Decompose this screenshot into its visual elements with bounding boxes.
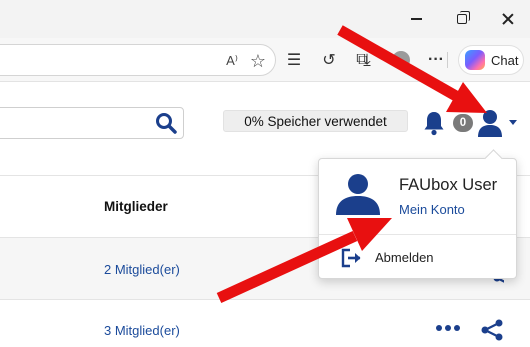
search-button[interactable] xyxy=(152,107,180,139)
profile-avatar-icon xyxy=(392,51,410,69)
bell-icon xyxy=(424,112,444,136)
logout-icon[interactable] xyxy=(341,248,363,268)
notification-count-badge: 0 xyxy=(453,114,473,132)
avatar xyxy=(333,173,383,215)
column-header-members[interactable]: Mitglieder xyxy=(104,199,168,214)
restore-button[interactable] xyxy=(442,6,482,32)
address-bar[interactable]: A⁾ ☆ xyxy=(0,44,276,76)
close-button[interactable] xyxy=(488,6,528,32)
minimize-icon xyxy=(410,18,422,20)
restore-icon xyxy=(457,11,470,24)
user-avatar-icon xyxy=(336,174,380,215)
minimize-button[interactable] xyxy=(396,6,436,32)
copilot-chat-button[interactable]: Chat xyxy=(458,45,524,75)
user-menu-button[interactable] xyxy=(476,108,504,138)
favorites-icon[interactable]: ☰ xyxy=(279,44,309,76)
notifications-button[interactable] xyxy=(423,110,445,136)
share-icon[interactable] xyxy=(480,318,504,342)
chat-label: Chat xyxy=(491,52,519,68)
profile-button[interactable] xyxy=(386,44,416,76)
members-link[interactable]: 2 Mitglied(er) xyxy=(104,262,180,277)
browser-toolbar: A⁾ ☆ ☰ ↺ ⧉ ⤓ ··· xyxy=(0,38,530,82)
more-actions-icon[interactable] xyxy=(436,323,462,333)
toolbar-separator xyxy=(447,52,448,68)
my-account-link[interactable]: Mein Konto xyxy=(399,202,465,217)
members-link[interactable]: 3 Mitglied(er) xyxy=(104,323,180,338)
logout-menu-item[interactable]: Abmelden xyxy=(375,250,434,265)
copilot-icon xyxy=(465,50,485,70)
user-icon xyxy=(478,110,502,137)
window-titlebar xyxy=(0,0,530,38)
download-arrow-icon[interactable]: ⤓ xyxy=(352,44,382,76)
history-icon[interactable]: ↺ xyxy=(314,44,344,76)
user-dropdown-menu: FAUbox User Mein Konto Abmelden xyxy=(318,158,517,279)
menu-divider xyxy=(319,234,516,235)
table-row-divider xyxy=(0,299,530,300)
close-icon xyxy=(502,13,514,25)
favorite-star-icon[interactable]: ☆ xyxy=(246,45,270,77)
user-name: FAUbox User xyxy=(399,176,498,194)
chevron-down-icon[interactable] xyxy=(509,120,517,125)
search-icon xyxy=(156,113,177,134)
storage-usage-indicator: 0% Speicher verwendet xyxy=(223,110,408,132)
read-aloud-icon[interactable]: A⁾ xyxy=(221,45,243,77)
